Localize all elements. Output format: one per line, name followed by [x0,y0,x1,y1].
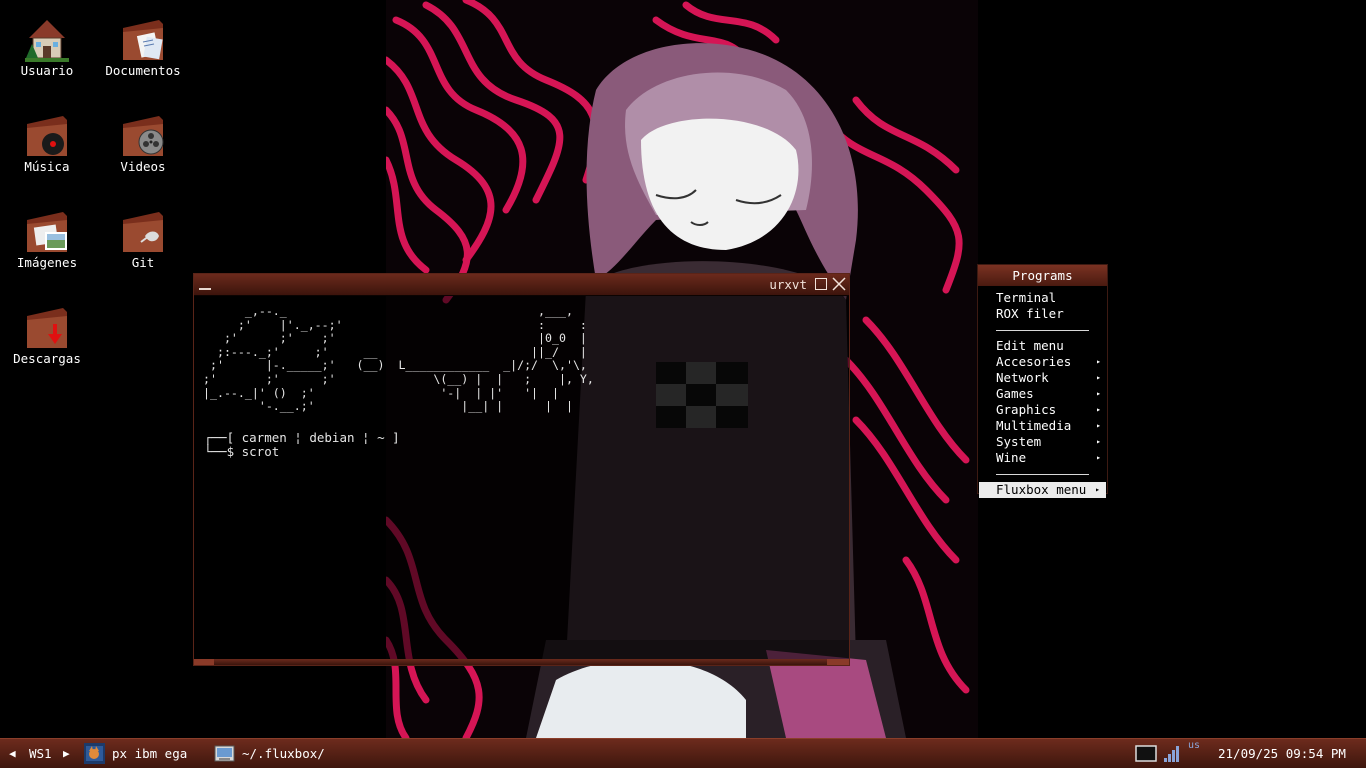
desktop-icon-label: Usuario [20,63,74,78]
menu-item-terminal[interactable]: Terminal [978,290,1107,306]
images-folder-icon [27,212,67,252]
resize-grip-left[interactable] [194,659,214,665]
desktop-icon-label: Git [131,255,155,270]
ascii-art-logo: _,--._ ,___, ;' |'._,--;' : : ;' ;' ;' |… [203,304,594,414]
desktop-icon-descargas[interactable]: Descargas [0,302,95,366]
prompt-line: ┌──[ carmen ¦ debian ¦ ~ ] [204,430,400,445]
desktop-icon-label: Música [24,159,70,174]
menu-item-label: Multimedia [996,418,1072,433]
desktop-icon-imagenes[interactable]: Imágenes [0,206,95,270]
close-icon[interactable] [832,277,846,291]
desktop-icon-label: Videos [120,159,166,174]
menu-item-edit-menu[interactable]: Edit menu [978,338,1107,354]
menu-item-system[interactable]: System ▸ [978,434,1107,450]
downloads-folder-icon [27,308,67,348]
menu-item-games[interactable]: Games ▸ [978,386,1107,402]
desktop-icon-documentos[interactable]: Documentos [95,14,191,78]
menu-separator [978,322,1107,338]
keyboard-layout-indicator[interactable]: us [1188,731,1200,760]
menu-item-label: Accesories [996,354,1072,369]
menu-title: Programs [978,265,1107,286]
maximize-button[interactable] [815,278,827,290]
menu-item-label: Fluxbox menu [996,482,1087,497]
task-label: ~/.fluxbox/ [242,746,325,761]
menu-item-label: Edit menu [996,338,1064,353]
menu-item-fluxbox-menu[interactable]: Fluxbox menu ▸ [979,482,1106,498]
file-manager-icon [214,745,235,762]
terminal-bottom-handle[interactable] [194,659,849,665]
task-px-ibm-ega[interactable]: px ibm ega [82,741,207,766]
menu-item-wine[interactable]: Wine ▸ [978,450,1107,466]
desktop-icon-videos[interactable]: Videos [95,110,191,174]
menu-item-label: Wine [996,450,1027,465]
menu-item-rox-filer[interactable]: ROX filer [978,306,1107,322]
desktop-icon-label: Descargas [13,351,81,366]
menu-item-label: ROX filer [996,306,1064,321]
documents-folder-icon [123,20,163,60]
submenu-arrow-icon: ▸ [1096,405,1101,414]
desktop-icon-usuario[interactable]: Usuario [0,14,95,78]
menu-item-graphics[interactable]: Graphics ▸ [978,402,1107,418]
submenu-arrow-icon: ▸ [1096,389,1101,398]
terminal-body[interactable]: _,--._ ,___, ;' |'._,--;' : : ;' ;' ;' |… [194,295,849,659]
menu-item-label: Network [996,370,1049,385]
taskbar: ◀ WS1 ▶ px ibm ega ~/.fluxbox/ us 21/09/… [0,738,1366,768]
git-folder-icon [123,212,163,252]
desktop-icon-label: Documentos [105,63,181,78]
submenu-arrow-icon: ▸ [1096,421,1101,430]
menu-item-label: Terminal [996,290,1057,305]
house-icon [25,20,69,62]
root-menu[interactable]: Programs Terminal ROX filer Edit menu Ac… [977,264,1108,498]
next-workspace-button[interactable]: ▶ [63,739,70,768]
desktop-icon-musica[interactable]: Música [0,110,95,174]
desktop-icon-label: Imágenes [16,255,78,270]
menu-item-label: Graphics [996,402,1057,417]
videos-folder-icon [123,116,164,156]
minimize-button[interactable] [199,288,211,290]
monitor-icon[interactable] [1134,739,1158,768]
menu-item-multimedia[interactable]: Multimedia ▸ [978,418,1107,434]
clock[interactable]: 21/09/25 09:54 PM [1218,739,1346,768]
menu-separator [978,466,1107,482]
resize-grip-right[interactable] [827,659,849,665]
music-folder-icon [27,116,67,156]
submenu-arrow-icon: ▸ [1096,373,1101,382]
image-viewer-icon [84,743,105,764]
task-label: px ibm ega [112,746,188,761]
submenu-arrow-icon: ▸ [1096,453,1101,462]
menu-item-accesories[interactable]: Accesories ▸ [978,354,1107,370]
window-title: urxvt [769,277,807,292]
workspace-label[interactable]: WS1 [29,739,52,768]
command-line: └──$ scrot [204,444,280,459]
network-signal-icon[interactable] [1163,739,1183,768]
submenu-arrow-icon: ▸ [1095,485,1100,494]
menu-item-network[interactable]: Network ▸ [978,370,1107,386]
menu-item-label: Games [996,386,1034,401]
prev-workspace-button[interactable]: ◀ [9,739,16,768]
terminal-window[interactable]: urxvt _,--._ ,___, ;' |'._,--;' : : ;' ;… [193,273,850,666]
submenu-arrow-icon: ▸ [1096,357,1101,366]
submenu-arrow-icon: ▸ [1096,437,1101,446]
task-fluxbox-folder[interactable]: ~/.fluxbox/ [212,741,337,766]
desktop-icon-git[interactable]: Git [95,206,191,270]
terminal-titlebar[interactable]: urxvt [194,274,849,296]
menu-item-label: System [996,434,1042,449]
